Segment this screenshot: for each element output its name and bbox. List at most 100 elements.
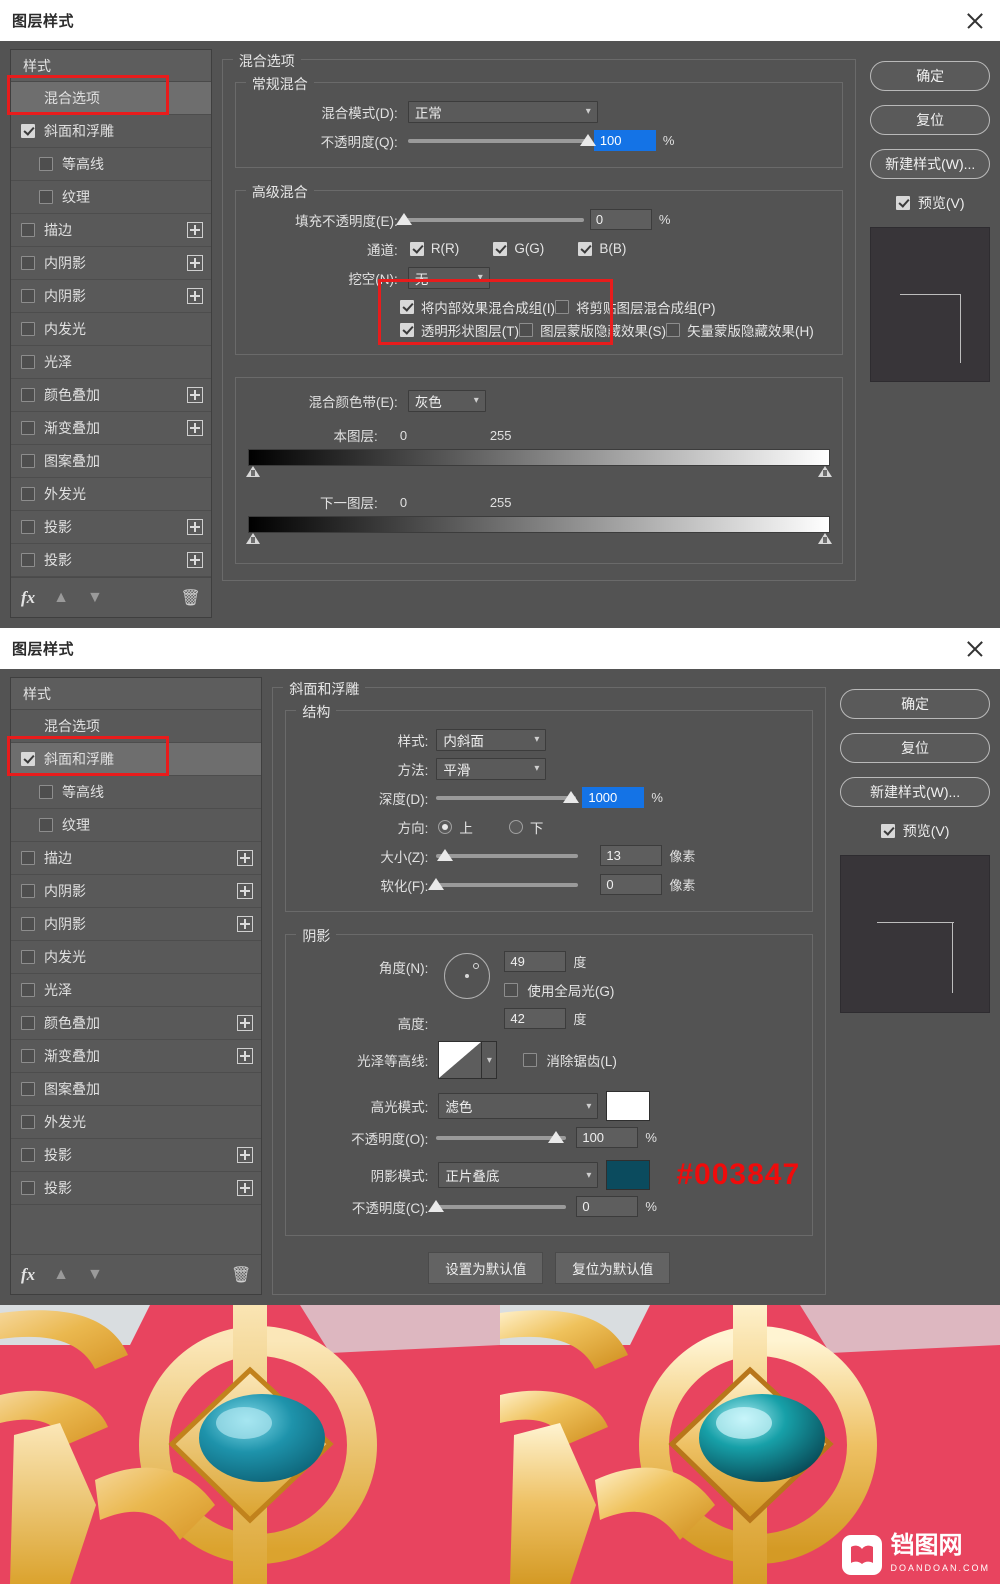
- move-up-icon[interactable]: ▲: [53, 589, 69, 607]
- styles-list-item-checkbox[interactable]: [21, 322, 35, 336]
- styles-list-item[interactable]: 描边: [11, 842, 262, 875]
- styles-list-item[interactable]: 投影: [11, 1139, 262, 1172]
- shadow-opacity-input[interactable]: 0: [576, 1196, 639, 1217]
- styles-list-item[interactable]: 斜面和浮雕: [11, 115, 211, 148]
- advanced-blend-option[interactable]: 将内部效果混合成组(I): [399, 296, 555, 318]
- close-icon[interactable]: [964, 638, 986, 660]
- highlight-mode-select[interactable]: 滤色 ▾: [438, 1093, 599, 1119]
- styles-list-item[interactable]: 斜面和浮雕: [11, 743, 262, 776]
- highlight-opacity-slider-thumb[interactable]: [547, 1131, 564, 1143]
- use-global-light-checkbox[interactable]: [504, 983, 519, 997]
- styles-list-item[interactable]: 内阴影: [11, 247, 211, 280]
- styles-list-item-checkbox[interactable]: [21, 520, 35, 534]
- styles-list-item[interactable]: 混合选项: [11, 82, 211, 115]
- styles-list-item-checkbox[interactable]: [21, 884, 35, 898]
- advanced-blend-checkbox[interactable]: [519, 323, 534, 337]
- styles-list-item-checkbox[interactable]: [21, 983, 35, 997]
- styles-list-item-checkbox[interactable]: [21, 1082, 35, 1096]
- advanced-blend-checkbox[interactable]: [555, 300, 570, 314]
- fill-opacity-slider[interactable]: [395, 209, 584, 230]
- size-slider[interactable]: [436, 845, 579, 866]
- shadow-opacity-slider[interactable]: [428, 1196, 567, 1217]
- radio-up-icon[interactable]: [438, 819, 453, 834]
- direction-up-option[interactable]: 上: [438, 817, 473, 837]
- preview-toggle[interactable]: 预览(V): [870, 193, 990, 213]
- size-slider-thumb[interactable]: [436, 849, 453, 861]
- direction-down-option[interactable]: 下: [508, 817, 543, 837]
- add-effect-plus-icon[interactable]: [237, 1015, 254, 1031]
- styles-list-item[interactable]: 内发光: [11, 313, 211, 346]
- reset-default-button[interactable]: 复位为默认值: [555, 1252, 671, 1284]
- fx-icon[interactable]: fx: [21, 588, 35, 608]
- channel-checkbox[interactable]: [493, 241, 508, 256]
- advanced-blend-checkbox[interactable]: [666, 323, 681, 337]
- styles-list-item-checkbox[interactable]: [21, 752, 35, 766]
- fill-opacity-slider-thumb[interactable]: [395, 213, 412, 225]
- add-effect-plus-icon[interactable]: [186, 288, 203, 304]
- next-layer-gradient-bar[interactable]: [247, 516, 831, 533]
- advanced-blend-option[interactable]: 矢量蒙版隐藏效果(H): [666, 319, 814, 341]
- depth-slider-thumb[interactable]: [562, 791, 579, 803]
- styles-list-item[interactable]: 内发光: [11, 941, 262, 974]
- add-effect-plus-icon[interactable]: [186, 222, 203, 238]
- styles-list-item[interactable]: 描边: [11, 214, 211, 247]
- this-layer-knob-white[interactable]: [818, 466, 833, 477]
- reset-button[interactable]: 复位: [870, 105, 990, 135]
- highlight-opacity-slider[interactable]: [436, 1127, 567, 1148]
- new-style-button[interactable]: 新建样式(W)...: [840, 777, 990, 807]
- dial-handle-icon[interactable]: [473, 963, 480, 969]
- add-effect-plus-icon[interactable]: [186, 519, 203, 535]
- gloss-contour-picker[interactable]: ▾: [438, 1041, 498, 1079]
- this-layer-knob-black[interactable]: [245, 466, 260, 477]
- advanced-blend-checkbox[interactable]: [399, 323, 414, 337]
- styles-list-item[interactable]: 颜色叠加: [11, 379, 211, 412]
- add-effect-plus-icon[interactable]: [186, 387, 203, 403]
- styles-list-item[interactable]: 外发光: [11, 478, 211, 511]
- styles-list-item[interactable]: 投影: [11, 511, 211, 544]
- styles-list-item-checkbox[interactable]: [21, 124, 35, 138]
- styles-list-item[interactable]: 颜色叠加: [11, 1007, 262, 1040]
- new-style-button[interactable]: 新建样式(W)...: [870, 149, 990, 179]
- gloss-contour-thumbnail[interactable]: [438, 1041, 483, 1079]
- add-effect-plus-icon[interactable]: [237, 1048, 254, 1064]
- opacity-slider[interactable]: [407, 130, 596, 151]
- ok-button[interactable]: 确定: [870, 61, 990, 91]
- next-layer-knob-black[interactable]: [245, 533, 260, 544]
- set-default-button[interactable]: 设置为默认值: [428, 1252, 544, 1284]
- add-effect-plus-icon[interactable]: [237, 850, 254, 866]
- styles-list-item-checkbox[interactable]: [21, 917, 35, 931]
- bevel-style-select[interactable]: 内斜面 ▾: [436, 728, 547, 751]
- fx-icon[interactable]: fx: [21, 1265, 35, 1285]
- preview-checkbox[interactable]: [895, 196, 910, 210]
- advanced-checkbox-group[interactable]: 将内部效果混合成组(I) 将剪贴图层混合成组(P) 透明形状图层(T) 图层蒙版隐藏效…: [399, 296, 831, 342]
- styles-list-item-checkbox[interactable]: [39, 190, 53, 204]
- styles-list-item[interactable]: 投影: [11, 544, 211, 577]
- next-layer-knob-white[interactable]: [818, 533, 833, 544]
- styles-list-item-checkbox[interactable]: [21, 1049, 35, 1063]
- advanced-blend-checkbox[interactable]: [399, 300, 414, 314]
- altitude-input[interactable]: 42: [504, 1008, 567, 1029]
- styles-list-item[interactable]: 内阴影: [11, 908, 262, 941]
- direction-group[interactable]: 上 下: [438, 817, 543, 837]
- this-layer-gradient-bar[interactable]: [247, 449, 831, 466]
- advanced-blend-option[interactable]: 透明形状图层(T): [399, 319, 519, 341]
- move-up-icon[interactable]: ▲: [53, 1266, 69, 1284]
- add-effect-plus-icon[interactable]: [186, 552, 203, 568]
- styles-list-item-checkbox[interactable]: [39, 818, 53, 832]
- styles-list-item[interactable]: 混合选项: [11, 710, 262, 743]
- styles-list-item[interactable]: 投影: [11, 1172, 262, 1205]
- styles-list-item-checkbox[interactable]: [21, 1115, 35, 1129]
- depth-input[interactable]: 1000: [582, 787, 645, 808]
- size-input[interactable]: 13: [600, 845, 663, 866]
- move-down-icon[interactable]: ▼: [87, 1266, 103, 1284]
- shadow-color-swatch[interactable]: [606, 1160, 651, 1190]
- blend-mode-select[interactable]: 正常 ▾: [407, 100, 598, 123]
- styles-list-item-checkbox[interactable]: [21, 487, 35, 501]
- styles-list-item[interactable]: 等高线: [11, 148, 211, 181]
- styles-list-item[interactable]: 内阴影: [11, 280, 211, 313]
- styles-list-item-checkbox[interactable]: [21, 1181, 35, 1195]
- antialias-checkbox[interactable]: [523, 1053, 538, 1067]
- add-effect-plus-icon[interactable]: [237, 883, 254, 899]
- styles-list-item-checkbox[interactable]: [39, 785, 53, 799]
- styles-list-item-checkbox[interactable]: [21, 223, 35, 237]
